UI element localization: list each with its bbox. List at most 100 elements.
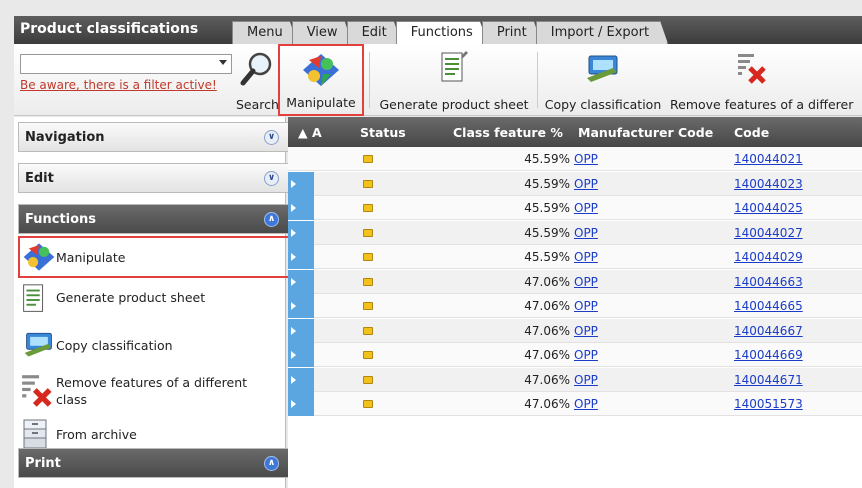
functions-list: Manipulate Generate product sheet Copy c… bbox=[18, 236, 290, 449]
code-link[interactable]: 140044665 bbox=[734, 299, 803, 313]
manufacturer-code-link[interactable]: OPP bbox=[574, 177, 598, 191]
manufacturer-code-link[interactable]: OPP bbox=[574, 275, 598, 289]
status-column-header[interactable]: Status bbox=[360, 125, 406, 140]
remove-features-icon bbox=[738, 54, 766, 84]
tab-import-export[interactable]: Import / Export bbox=[536, 21, 668, 44]
table-row[interactable]: 45.59% OPP 140044027 bbox=[288, 220, 862, 245]
tab-menu[interactable]: Menu bbox=[232, 21, 298, 44]
class-feature-cell: 47.06% bbox=[524, 348, 570, 362]
row-selector[interactable] bbox=[288, 269, 314, 294]
remove-features-button[interactable]: Remove features of a differer bbox=[668, 44, 862, 116]
row-arrow-icon bbox=[291, 326, 296, 335]
generate-product-sheet-label: Generate product sheet bbox=[379, 97, 529, 112]
table-row[interactable]: 47.06% OPP 140044669 bbox=[288, 343, 862, 367]
row-selector[interactable] bbox=[288, 392, 314, 416]
code-link[interactable]: 140051573 bbox=[734, 397, 803, 411]
status-icon bbox=[363, 351, 373, 359]
copy-classification-button[interactable]: Copy classification bbox=[538, 44, 668, 116]
table-row[interactable]: 45.59% OPP 140044025 bbox=[288, 196, 862, 220]
manipulate-button[interactable]: Manipulate bbox=[278, 44, 364, 116]
code-link[interactable]: 140044671 bbox=[734, 373, 803, 387]
app-title: Product classifications bbox=[20, 21, 199, 37]
row-selector[interactable] bbox=[288, 171, 314, 196]
sidebar-item-copy-classification[interactable]: Copy classification bbox=[18, 326, 290, 366]
product-sheet-icon bbox=[441, 51, 468, 82]
row-selector[interactable] bbox=[288, 343, 314, 367]
manufacturer-code-link[interactable]: OPP bbox=[574, 152, 598, 166]
sidebar-item-generate-product-sheet[interactable]: Generate product sheet bbox=[18, 280, 290, 324]
functions-title: Functions bbox=[25, 212, 97, 227]
row-selector[interactable] bbox=[288, 220, 314, 245]
print-title: Print bbox=[25, 456, 61, 471]
table-row[interactable]: 47.06% OPP 140044663 bbox=[288, 269, 862, 294]
copy-classification-icon bbox=[587, 55, 618, 82]
navigation-section-header[interactable]: Navigation ∨ bbox=[18, 122, 290, 152]
table-row[interactable]: 47.06% OPP 140044671 bbox=[288, 367, 862, 392]
table-row[interactable]: 47.06% OPP 140044665 bbox=[288, 294, 862, 318]
table-row[interactable]: 45.59% OPP 140044029 bbox=[288, 245, 862, 269]
row-selector[interactable] bbox=[288, 367, 314, 392]
sort-column-header[interactable]: ▲ A bbox=[298, 125, 322, 140]
class-feature-cell: 47.06% bbox=[524, 397, 570, 411]
manufacturer-code-column-header[interactable]: Manufacturer Code bbox=[578, 125, 713, 140]
sidebar-item-label: Manipulate bbox=[56, 250, 126, 265]
sidebar-item-manipulate[interactable]: Manipulate bbox=[18, 236, 290, 278]
manufacturer-code-link[interactable]: OPP bbox=[574, 226, 598, 240]
code-link[interactable]: 140044027 bbox=[734, 226, 803, 240]
code-link[interactable]: 140044029 bbox=[734, 250, 803, 264]
code-link[interactable]: 140044669 bbox=[734, 348, 803, 362]
sidebar-item-remove-features[interactable]: Remove features of a different class bbox=[18, 370, 290, 414]
row-arrow-icon bbox=[291, 228, 296, 237]
class-feature-cell: 45.59% bbox=[524, 201, 570, 215]
filter-warning-link[interactable]: Be aware, there is a filter active! bbox=[20, 79, 220, 92]
manufacturer-code-link[interactable]: OPP bbox=[574, 397, 598, 411]
row-arrow-icon bbox=[291, 179, 296, 188]
search-button[interactable]: Search bbox=[236, 44, 279, 116]
tab-print[interactable]: Print bbox=[482, 21, 542, 44]
expand-icon[interactable]: ∨ bbox=[264, 171, 279, 186]
generate-product-sheet-button[interactable]: Generate product sheet bbox=[370, 44, 538, 116]
sidebar-item-label: From archive bbox=[56, 427, 137, 442]
manufacturer-code-link[interactable]: OPP bbox=[574, 324, 598, 338]
collapse-icon[interactable]: ∧ bbox=[264, 456, 279, 471]
row-selector[interactable] bbox=[288, 245, 314, 269]
filter-select[interactable] bbox=[20, 54, 232, 74]
class-feature-cell: 47.06% bbox=[524, 274, 570, 289]
expand-icon[interactable]: ∨ bbox=[264, 130, 279, 145]
edit-section-header[interactable]: Edit ∨ bbox=[18, 163, 290, 193]
manufacturer-code-link[interactable]: OPP bbox=[574, 373, 598, 387]
table-row[interactable]: 47.06% OPP 140044667 bbox=[288, 318, 862, 343]
class-feature-column-header[interactable]: Class feature % bbox=[453, 125, 563, 140]
functions-section-header[interactable]: Functions ∧ bbox=[18, 204, 290, 234]
edit-title: Edit bbox=[25, 171, 54, 186]
table-row[interactable]: 47.06% OPP 140051573 bbox=[288, 392, 862, 416]
manufacturer-code-link[interactable]: OPP bbox=[574, 299, 598, 313]
row-selector[interactable] bbox=[288, 294, 314, 318]
code-link[interactable]: 140044663 bbox=[734, 275, 803, 289]
search-label: Search bbox=[236, 97, 279, 112]
tab-edit[interactable]: Edit bbox=[347, 21, 402, 44]
row-selector[interactable] bbox=[288, 318, 314, 343]
code-link[interactable]: 140044023 bbox=[734, 177, 803, 191]
row-arrow-icon bbox=[291, 302, 296, 310]
tab-view[interactable]: View bbox=[292, 21, 353, 44]
product-sheet-icon bbox=[23, 284, 44, 312]
table-row[interactable]: 45.59% OPP 140044021 bbox=[288, 147, 862, 171]
class-feature-cell: 47.06% bbox=[524, 323, 570, 338]
print-section-header[interactable]: Print ∧ bbox=[18, 448, 290, 478]
tab-functions[interactable]: Functions bbox=[396, 21, 488, 44]
table-row[interactable]: 45.59% OPP 140044023 bbox=[288, 171, 862, 196]
manufacturer-code-link[interactable]: OPP bbox=[574, 348, 598, 362]
row-selector[interactable] bbox=[288, 196, 314, 220]
manufacturer-code-link[interactable]: OPP bbox=[574, 201, 598, 215]
code-link[interactable]: 140044667 bbox=[734, 324, 803, 338]
collapse-icon[interactable]: ∧ bbox=[264, 212, 279, 227]
code-link[interactable]: 140044025 bbox=[734, 201, 803, 215]
class-feature-cell: 47.06% bbox=[524, 372, 570, 387]
manufacturer-code-link[interactable]: OPP bbox=[574, 250, 598, 264]
class-feature-cell: 47.06% bbox=[524, 299, 570, 313]
sidebar-item-label: Generate product sheet bbox=[56, 290, 206, 305]
code-link[interactable]: 140044021 bbox=[734, 152, 803, 166]
code-column-header[interactable]: Code bbox=[734, 125, 769, 140]
status-icon bbox=[363, 253, 373, 261]
